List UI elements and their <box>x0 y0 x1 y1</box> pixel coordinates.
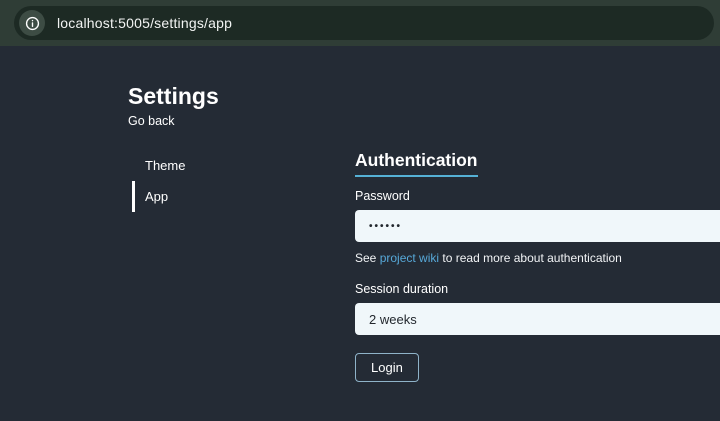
site-info-button[interactable] <box>19 10 45 36</box>
url-text[interactable]: localhost:5005/settings/app <box>57 15 232 31</box>
help-prefix: See <box>355 251 380 265</box>
password-label: Password <box>355 189 720 203</box>
browser-bar: localhost:5005/settings/app <box>0 0 720 46</box>
help-suffix: to read more about authentication <box>439 251 622 265</box>
go-back-link[interactable]: Go back <box>128 114 175 128</box>
page-title: Settings <box>128 84 720 109</box>
session-duration-select[interactable] <box>355 303 720 335</box>
password-input[interactable] <box>355 210 720 242</box>
url-bar[interactable]: localhost:5005/settings/app <box>14 6 714 40</box>
session-duration-label: Session duration <box>355 282 720 296</box>
sidebar-item-theme[interactable]: Theme <box>132 150 355 181</box>
info-icon <box>25 16 40 31</box>
password-help-text: See project wiki to read more about auth… <box>355 251 720 265</box>
section-title: Authentication <box>355 150 478 177</box>
sidebar-item-app[interactable]: App <box>132 181 355 212</box>
settings-main: Authentication Password See project wiki… <box>355 150 720 382</box>
login-button[interactable]: Login <box>355 353 419 382</box>
settings-page: Settings Go back Theme App Authenticatio… <box>0 46 720 421</box>
settings-layout: Theme App Authentication Password See pr… <box>128 150 720 382</box>
project-wiki-link[interactable]: project wiki <box>380 251 439 265</box>
settings-sidebar: Theme App <box>128 150 355 382</box>
